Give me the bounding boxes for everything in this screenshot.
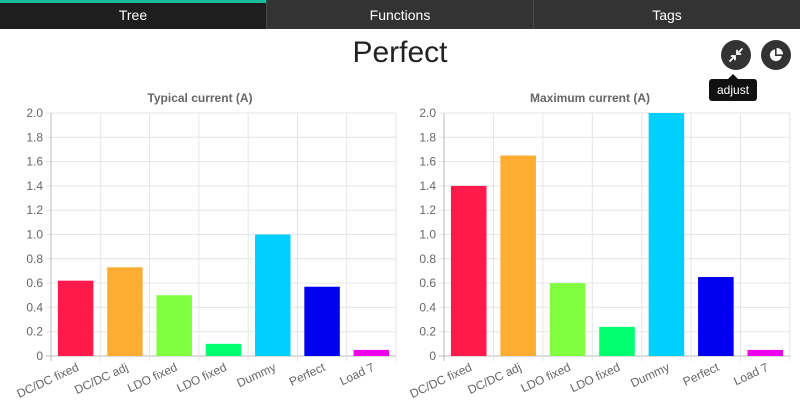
bar: [599, 326, 635, 356]
y-tick-label: 1.8: [419, 130, 436, 144]
bar: [156, 295, 192, 356]
bar: [107, 267, 143, 356]
y-tick-label: 1.2: [26, 203, 43, 217]
y-tick-label: 1.0: [419, 228, 436, 242]
bar: [353, 349, 390, 356]
y-tick-label: 1.0: [26, 228, 43, 242]
y-tick-label: 0.8: [26, 252, 43, 266]
y-tick-label: 0.6: [419, 276, 436, 290]
bar: [747, 349, 784, 356]
y-tick-label: 0.4: [26, 300, 43, 314]
y-tick-label: 1.4: [419, 179, 436, 193]
y-tick-label: 0: [36, 349, 43, 363]
y-tick-label: 0.4: [419, 300, 436, 314]
x-tick-label: LDO fixed: [519, 360, 573, 395]
bar: [304, 286, 340, 356]
bar: [450, 185, 487, 356]
x-tick-label: DC/DC adj: [72, 360, 130, 397]
x-tick-label: LDO fixed: [568, 360, 622, 395]
y-tick-label: 1.6: [419, 155, 436, 169]
x-tick-label: Load 7: [337, 360, 376, 388]
y-tick-label: 1.6: [26, 155, 43, 169]
bar: [500, 155, 536, 356]
bar: [205, 343, 242, 356]
y-tick-label: 0.8: [419, 252, 436, 266]
y-tick-label: 1.8: [26, 130, 43, 144]
chart-1: Typical current (A) 0 0.2 0.4 0.6 0.8 1.0 1.2 1.…: [15, 91, 397, 400]
chart-2: Maximum current (A) 0 0.2 0.4 0.6 0.8 1.0 1.2 1.…: [408, 91, 791, 400]
y-tick-label: 2.0: [419, 106, 436, 120]
bar: [549, 283, 586, 356]
x-tick-label: Dummy: [235, 360, 278, 390]
chart-title: Typical current (A): [147, 91, 252, 105]
x-tick-label: Load 7: [731, 360, 770, 388]
x-tick-label: LDO fixed: [125, 360, 179, 395]
x-tick-label: LDO fixed: [174, 360, 228, 395]
bar: [255, 234, 291, 356]
y-tick-label: 0.2: [419, 325, 436, 339]
y-tick-label: 0.6: [26, 276, 43, 290]
y-tick-label: 1.4: [26, 179, 43, 193]
x-tick-label: DC/DC fixed: [408, 360, 474, 400]
y-tick-label: 1.2: [419, 203, 436, 217]
bar: [698, 277, 734, 356]
x-tick-label: Dummy: [628, 360, 671, 390]
chart-title: Maximum current (A): [530, 91, 650, 105]
x-tick-label: Perfect: [287, 360, 328, 389]
y-tick-label: 2.0: [26, 106, 43, 120]
x-tick-label: DC/DC fixed: [15, 360, 81, 400]
y-tick-label: 0.2: [26, 325, 43, 339]
x-tick-label: DC/DC adj: [466, 360, 524, 397]
x-tick-label: Perfect: [681, 360, 722, 389]
bar: [57, 280, 94, 356]
charts-area: Typical current (A) 0 0.2 0.4 0.6 0.8 1.0 1.2 1.…: [15, 91, 791, 400]
y-tick-label: 0: [429, 349, 436, 363]
bar: [648, 113, 685, 356]
